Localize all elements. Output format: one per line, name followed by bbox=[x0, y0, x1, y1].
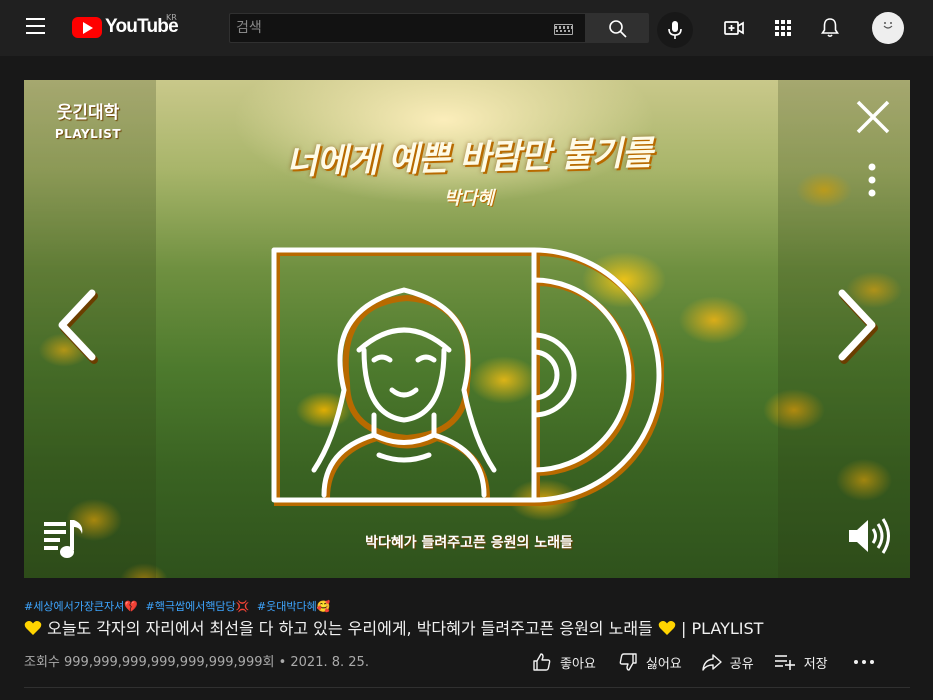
like-label: 좋아요 bbox=[560, 656, 596, 672]
dislike-label: 싫어요 bbox=[645, 656, 682, 672]
heart-icon bbox=[24, 621, 42, 635]
brand-subtitle: PLAYLIST bbox=[54, 127, 122, 141]
search-icon bbox=[609, 20, 627, 38]
share-label: 공유 bbox=[729, 656, 754, 672]
player-caption: 박다혜가 들려주고픈 응원의 노래들 bbox=[365, 535, 573, 551]
video-title-suffix: | PLAYLIST bbox=[680, 619, 764, 638]
heart-icon bbox=[658, 621, 676, 635]
bell-icon[interactable] bbox=[818, 16, 842, 40]
channel-brand: 웃긴대학 PLAYLIST bbox=[38, 98, 138, 141]
apps-icon[interactable] bbox=[771, 16, 795, 40]
song-artist: 박다혜 bbox=[444, 188, 494, 209]
search-button[interactable] bbox=[585, 13, 649, 43]
save-button[interactable]: 저장 bbox=[774, 652, 828, 672]
video-title-text: 오늘도 각자의 자리에서 최선을 다 하고 있는 우리에게, 박다혜가 들려주고… bbox=[47, 619, 653, 638]
action-bar: 좋아요 싫어요 공유 저장 bbox=[532, 650, 874, 674]
add-to-playlist-icon bbox=[774, 655, 795, 670]
avatar[interactable] bbox=[872, 12, 904, 44]
close-icon[interactable] bbox=[854, 98, 892, 136]
region-code: KR bbox=[166, 13, 177, 22]
more-vert-icon[interactable] bbox=[867, 162, 877, 198]
save-label: 저장 bbox=[803, 656, 828, 672]
album-illustration bbox=[271, 247, 664, 506]
share-icon bbox=[702, 654, 722, 671]
voice-search-button[interactable] bbox=[657, 12, 693, 48]
hashtag-link[interactable]: #웃대박다혜🥰 bbox=[257, 600, 331, 613]
dislike-button[interactable]: 싫어요 bbox=[618, 652, 682, 672]
chevron-right-icon[interactable] bbox=[832, 285, 882, 365]
video-title: 오늘도 각자의 자리에서 최선을 다 하고 있는 우리에게, 박다혜가 들려주고… bbox=[24, 615, 914, 639]
hashtag-link[interactable]: #세상에서가장큰자셔💔 bbox=[24, 600, 138, 613]
create-video-icon[interactable] bbox=[722, 16, 746, 40]
thumbs-down-icon bbox=[619, 653, 637, 671]
volume-icon[interactable] bbox=[846, 516, 894, 556]
hashtag-link[interactable]: #핵극쌉에서핵담당💢 bbox=[146, 600, 250, 613]
youtube-logo-icon bbox=[72, 16, 102, 38]
masthead: YouTube KR bbox=[0, 0, 933, 56]
like-button[interactable]: 좋아요 bbox=[532, 652, 596, 672]
playlist-icon[interactable] bbox=[42, 516, 88, 560]
video-player[interactable]: 웃긴대학 PLAYLIST 너에게 예쁜 바람만 불기를 박다혜 박다혜가 들려… bbox=[24, 80, 910, 578]
divider bbox=[24, 687, 910, 688]
thumbs-up-icon bbox=[533, 653, 551, 671]
search-input[interactable] bbox=[236, 17, 536, 39]
share-button[interactable]: 공유 bbox=[702, 652, 754, 672]
keyboard-icon[interactable] bbox=[554, 24, 573, 35]
menu-icon[interactable] bbox=[26, 18, 46, 34]
search-box bbox=[229, 13, 585, 43]
mic-icon bbox=[668, 21, 682, 39]
view-count: 조회수 999,999,999,999,999,999,999회 • 2021.… bbox=[24, 655, 369, 670]
hashtags: #세상에서가장큰자셔💔 #핵극쌉에서핵담당💢 #웃대박다혜🥰 bbox=[24, 598, 334, 614]
song-title: 너에게 예쁜 바람만 불기를 bbox=[285, 133, 653, 183]
chevron-left-icon[interactable] bbox=[52, 285, 102, 365]
brand-name: 웃긴대학 bbox=[56, 103, 120, 123]
youtube-logo[interactable]: YouTube bbox=[72, 15, 179, 39]
more-horiz-icon[interactable] bbox=[853, 652, 874, 672]
